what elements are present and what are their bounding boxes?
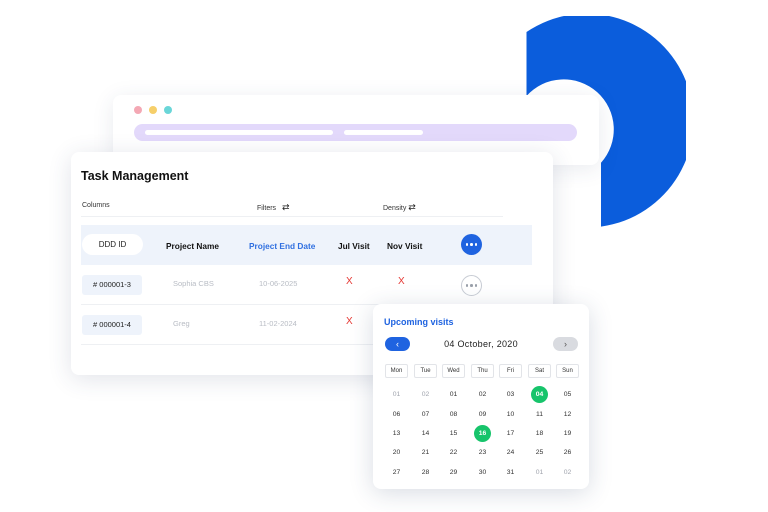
calendar-day[interactable]: 25 [531, 444, 548, 461]
calendar-day[interactable]: 21 [417, 444, 434, 461]
row-end-date: 10-06-2025 [259, 279, 298, 288]
row-end-date: 11-02-2024 [259, 319, 297, 328]
row-more-options-button[interactable] [461, 275, 482, 296]
calendar-day[interactable]: 28 [417, 464, 434, 481]
table-header: DDD ID Project Name Project End Date Jul… [81, 225, 532, 265]
calendar-day[interactable]: 30 [474, 464, 491, 481]
close-dot-icon[interactable] [134, 106, 142, 114]
calendar-day[interactable]: 01 [445, 386, 462, 403]
chevron-right-icon: › [564, 339, 567, 349]
dot-icon [470, 284, 473, 287]
row-project-name: Greg [173, 319, 190, 328]
row-project-name: Sophia CBS [173, 279, 214, 288]
address-bar[interactable] [134, 124, 577, 141]
weekday-sun: Sun [556, 364, 579, 378]
calendar-day[interactable]: 01 [531, 464, 548, 481]
column-header-nov-visit[interactable]: Nov Visit [387, 241, 422, 251]
column-header-project-name[interactable]: Project Name [166, 241, 219, 251]
dot-icon [470, 243, 473, 246]
weekday-tue: Tue [414, 364, 437, 378]
nov-visit-x-icon: X [398, 276, 405, 287]
calendar-day[interactable]: 02 [417, 386, 434, 403]
dot-icon [465, 284, 469, 287]
calendar-day[interactable]: 22 [445, 444, 462, 461]
dot-icon [474, 284, 478, 287]
calendar-day[interactable]: 31 [502, 464, 519, 481]
calendar-day[interactable]: 06 [388, 406, 405, 423]
filters-label: Filters [257, 205, 277, 212]
calendar-day[interactable]: 10 [502, 406, 519, 423]
calendar-day[interactable]: 17 [502, 425, 519, 442]
swap-arrows-icon: ⇄ [282, 202, 290, 212]
dot-icon [474, 243, 478, 246]
page-title: Task Management [81, 169, 189, 183]
density-label: Density [383, 205, 407, 212]
jul-visit-x-icon: X [346, 276, 353, 287]
weekday-sat: Sat [528, 364, 551, 378]
weekday-thu: Thu [471, 364, 494, 378]
calendar-day[interactable]: 04 [531, 386, 548, 403]
calendar-day[interactable]: 02 [474, 386, 491, 403]
column-header-id[interactable]: DDD ID [82, 234, 143, 255]
columns-label: Columns [82, 202, 110, 209]
calendar-day[interactable]: 09 [474, 406, 491, 423]
more-options-button[interactable] [461, 234, 482, 255]
weekday-wed: Wed [442, 364, 465, 378]
upcoming-visits-calendar: Upcoming visits ‹ 04 October, 2020 › Mon… [373, 304, 589, 489]
row-id: # 000001-4 [82, 315, 142, 335]
next-month-button[interactable]: › [553, 337, 578, 351]
swap-arrows-icon: ⇄ [408, 202, 416, 212]
calendar-day[interactable]: 19 [559, 425, 576, 442]
calendar-day[interactable]: 14 [417, 425, 434, 442]
calendar-day[interactable]: 11 [531, 406, 548, 423]
calendar-day[interactable]: 01 [388, 386, 405, 403]
calendar-day[interactable]: 18 [531, 425, 548, 442]
calendar-day[interactable]: 15 [445, 425, 462, 442]
jul-visit-x-icon: X [346, 316, 353, 327]
calendar-day[interactable]: 03 [502, 386, 519, 403]
column-header-end-date[interactable]: Project End Date [249, 241, 315, 251]
divider [81, 216, 503, 217]
address-placeholder-line [344, 130, 423, 135]
calendar-day[interactable]: 20 [388, 444, 405, 461]
density-control[interactable]: Density ⇄ [383, 202, 416, 213]
dot-icon [465, 243, 469, 246]
calendar-day[interactable]: 29 [445, 464, 462, 481]
calendar-day[interactable]: 26 [559, 444, 576, 461]
calendar-day[interactable]: 05 [559, 386, 576, 403]
calendar-day[interactable]: 13 [388, 425, 405, 442]
calendar-day[interactable]: 12 [559, 406, 576, 423]
weekday-fri: Fri [499, 364, 522, 378]
weekday-mon: Mon [385, 364, 408, 378]
maximize-dot-icon[interactable] [164, 106, 172, 114]
calendar-day[interactable]: 24 [502, 444, 519, 461]
calendar-day[interactable]: 07 [417, 406, 434, 423]
address-placeholder-line [145, 130, 333, 135]
calendar-title: Upcoming visits [384, 317, 454, 327]
calendar-day[interactable]: 23 [474, 444, 491, 461]
minimize-dot-icon[interactable] [149, 106, 157, 114]
calendar-day[interactable]: 16 [474, 425, 491, 442]
calendar-day[interactable]: 08 [445, 406, 462, 423]
table-row[interactable]: # 000001-3 Sophia CBS 10-06-2025 X X [81, 265, 532, 305]
column-header-jul-visit[interactable]: Jul Visit [338, 241, 370, 251]
row-id: # 000001-3 [82, 275, 142, 295]
filters-control[interactable]: Filters ⇄ [257, 202, 290, 213]
calendar-day[interactable]: 27 [388, 464, 405, 481]
weekday-header: Mon Tue Wed Thu Fri Sat Sun [385, 364, 579, 378]
calendar-day[interactable]: 02 [559, 464, 576, 481]
columns-control[interactable]: Columns [82, 202, 110, 209]
